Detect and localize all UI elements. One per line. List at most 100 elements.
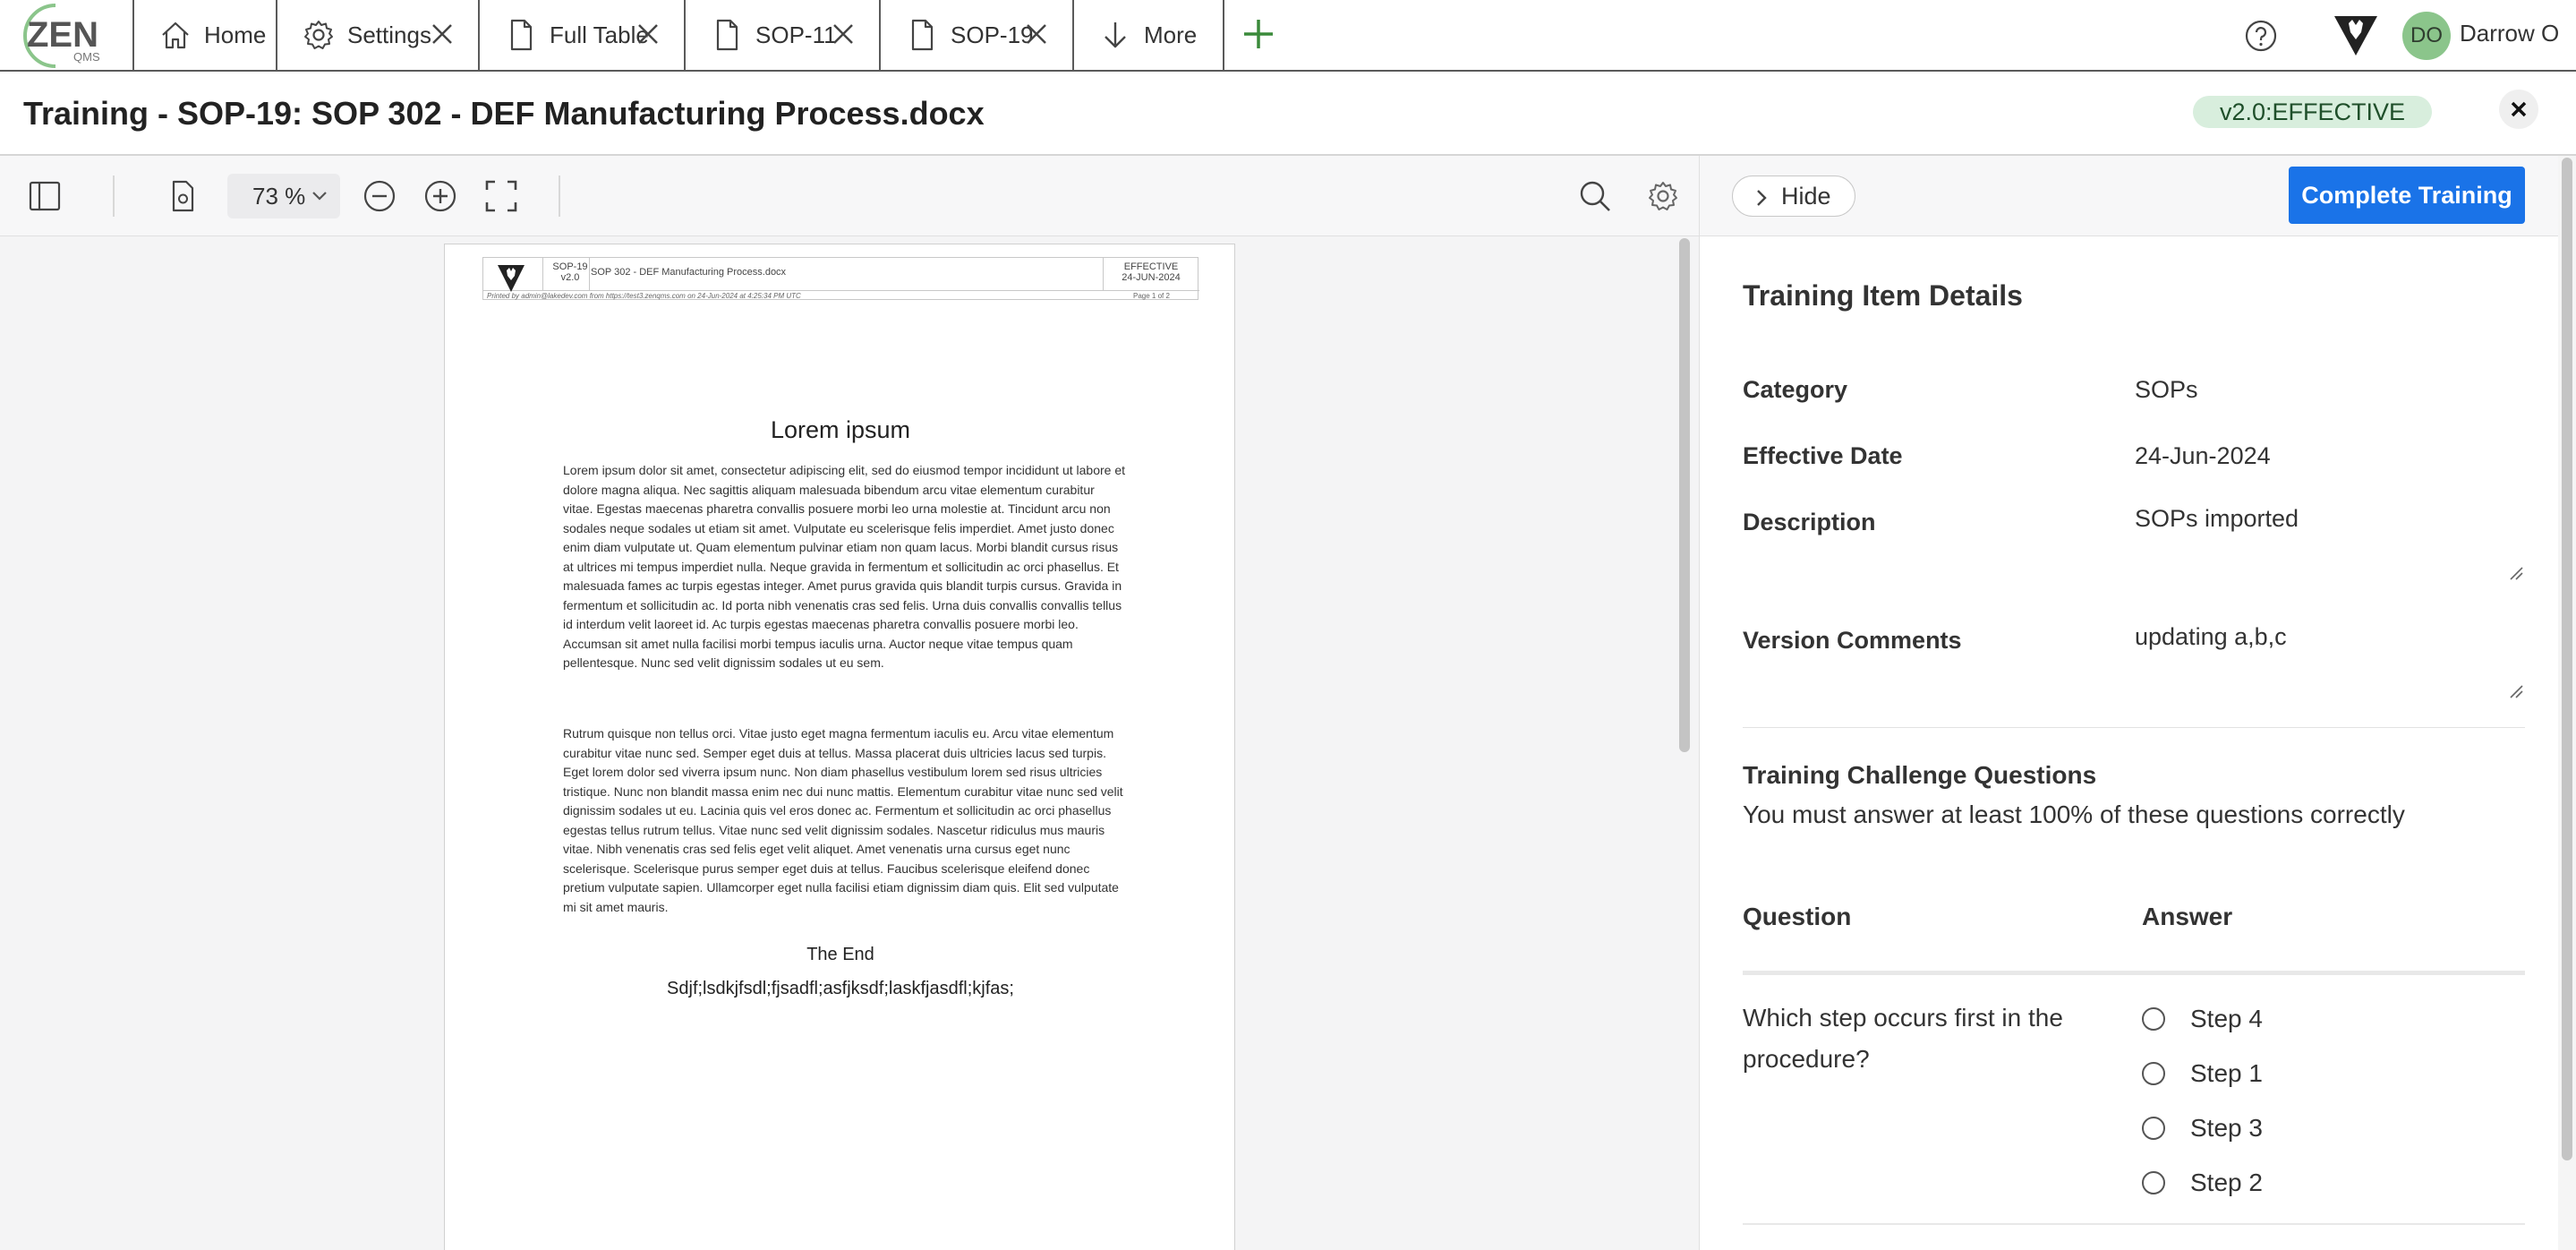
field-value-description: SOPs imported: [2135, 505, 2299, 532]
gear-icon: [304, 21, 333, 49]
document-date-text: 24-JUN-2024: [1122, 272, 1181, 283]
radio-button[interactable]: [2142, 1117, 2165, 1140]
dialog-title-row: Training - SOP-19: SOP 302 - DEF Manufac…: [0, 72, 2576, 156]
document-paragraph: Lorem ipsum dolor sit amet, consectetur …: [563, 463, 1125, 670]
document-status-text: EFFECTIVE: [1123, 261, 1179, 272]
section-divider: [1743, 727, 2525, 728]
tab-label: Home: [204, 21, 267, 48]
panel-header: Hide Complete Training: [1700, 156, 2559, 236]
home-icon: [162, 21, 189, 49]
tab-label: Settings: [347, 21, 431, 48]
document-version-text: v2.0: [560, 272, 580, 283]
fullscreen-icon[interactable]: [483, 178, 519, 214]
challenge-subtitle: You must answer at least 100% of these q…: [1743, 801, 2405, 828]
document-status: EFFECTIVE 24-JUN-2024: [1106, 261, 1196, 283]
tab-more[interactable]: More: [1072, 0, 1224, 70]
close-icon[interactable]: [827, 18, 859, 50]
viewer-toolbar: 73 %: [0, 156, 1699, 236]
document-id: SOP-19 v2.0: [548, 261, 593, 283]
header-divider: [1103, 258, 1104, 290]
answer-option-label: Step 4: [2190, 1005, 2263, 1032]
answer-option-step-4[interactable]: Step 4: [2142, 1001, 2263, 1037]
answer-option-label: Step 2: [2190, 1169, 2263, 1196]
radio-button[interactable]: [2142, 1171, 2165, 1194]
hide-panel-button[interactable]: Hide: [1732, 176, 1855, 217]
document-settings-icon[interactable]: [165, 178, 200, 214]
table-header-divider: [1743, 971, 2525, 975]
logo-sub-text: QMS: [73, 50, 100, 64]
field-value-effective-date: 24-Jun-2024: [2135, 442, 2271, 469]
sidebar-toggle-icon[interactable]: [27, 178, 63, 214]
details-title: Training Item Details: [1743, 279, 2023, 312]
resize-grip-icon[interactable]: [2507, 682, 2523, 698]
gear-icon[interactable]: [1645, 178, 1681, 214]
user-name[interactable]: Darrow O: [2460, 20, 2576, 47]
tab-sop-11[interactable]: SOP-11: [684, 0, 879, 70]
radio-button[interactable]: [2142, 1062, 2165, 1085]
tab-label: More: [1144, 21, 1198, 48]
version-comments-textarea[interactable]: updating a,b,c: [2135, 620, 2525, 700]
challenge-title: Training Challenge Questions: [1743, 761, 2097, 789]
field-value-version-comments: updating a,b,c: [2135, 623, 2287, 650]
zen-qms-logo[interactable]: ZEN QMS: [16, 0, 116, 72]
add-tab-icon[interactable]: [1241, 16, 1276, 52]
organization-logo-icon: [2334, 16, 2377, 56]
close-dialog-button[interactable]: [2499, 90, 2538, 129]
complete-training-button[interactable]: Complete Training: [2289, 167, 2525, 224]
column-header-answer: Answer: [2142, 903, 2233, 930]
document-scrollbar[interactable]: [1679, 236, 1693, 756]
page-title: Training - SOP-19: SOP 302 - DEF Manufac…: [23, 95, 985, 132]
document-viewport[interactable]: SOP-19 v2.0 SOP 302 - DEF Manufacturing …: [0, 236, 1699, 1250]
tab-sop-19[interactable]: SOP-19: [879, 0, 1072, 70]
document-end-text: The End: [806, 945, 874, 964]
answer-option-label: Step 1: [2190, 1059, 2263, 1087]
column-header-question: Question: [1743, 903, 1852, 930]
search-icon[interactable]: [1577, 178, 1613, 214]
chevron-right-icon: [1757, 190, 1767, 206]
logo-text: ZEN: [27, 15, 98, 55]
close-icon[interactable]: [632, 18, 664, 50]
description-textarea[interactable]: SOPs imported: [2135, 501, 2525, 582]
document-icon: [510, 19, 533, 51]
document-page: SOP-19 v2.0 SOP 302 - DEF Manufacturing …: [444, 244, 1235, 1250]
page-scrollbar[interactable]: [2558, 156, 2576, 1250]
close-icon: [2511, 101, 2527, 117]
answer-option-step-2[interactable]: Step 2: [2142, 1165, 2263, 1201]
document-icon: [911, 19, 934, 51]
document-icon: [716, 19, 738, 51]
row-divider: [1743, 1223, 2525, 1225]
zoom-level: 73 %: [252, 182, 306, 210]
field-label-effective-date: Effective Date: [1743, 442, 1903, 469]
field-label-version-comments: Version Comments: [1743, 627, 1962, 654]
scrollbar-thumb[interactable]: [2562, 158, 2572, 1160]
avatar[interactable]: DO: [2402, 12, 2451, 60]
answer-option-step-1[interactable]: Step 1: [2142, 1056, 2263, 1092]
tab-full-table[interactable]: Full Table: [478, 0, 684, 70]
toolbar-divider: [559, 176, 560, 217]
toolbar-divider: [113, 176, 115, 217]
avatar-initials: DO: [2410, 23, 2443, 47]
page-count-text: Page 1 of 2: [1133, 292, 1170, 300]
document-last-line: Sdjf;lsdkjfsdl;fjsadfl;asfjksdf;laskfjas…: [667, 979, 1014, 998]
scrollbar-thumb[interactable]: [1679, 238, 1690, 752]
answer-option-label: Step 3: [2190, 1114, 2263, 1142]
radio-button[interactable]: [2142, 1007, 2165, 1031]
close-icon[interactable]: [426, 18, 458, 50]
resize-grip-icon[interactable]: [2507, 564, 2523, 580]
answer-option-step-3[interactable]: Step 3: [2142, 1110, 2263, 1146]
tab-label: SOP-11: [755, 21, 837, 48]
training-details-panel: Hide Complete Training Training Item Det…: [1699, 156, 2559, 1250]
zoom-select[interactable]: 73 %: [227, 174, 340, 218]
help-icon[interactable]: [2243, 18, 2279, 54]
document-header: SOP-19 v2.0 SOP 302 - DEF Manufacturing …: [482, 257, 1199, 311]
organization-logo-icon: [498, 265, 525, 292]
tab-home[interactable]: Home: [132, 0, 276, 70]
question-text: Which step occurs first in the procedure…: [1743, 1004, 2063, 1073]
arrow-down-icon: [1105, 22, 1126, 48]
document-name: SOP 302 - DEF Manufacturing Process.docx: [591, 267, 787, 278]
zoom-out-icon[interactable]: [362, 178, 397, 214]
close-icon[interactable]: [1020, 18, 1053, 50]
zoom-in-icon[interactable]: [422, 178, 458, 214]
tab-settings[interactable]: Settings: [276, 0, 478, 70]
document-paragraph: Rutrum quisque non tellus orci. Vitae ju…: [563, 726, 1123, 914]
